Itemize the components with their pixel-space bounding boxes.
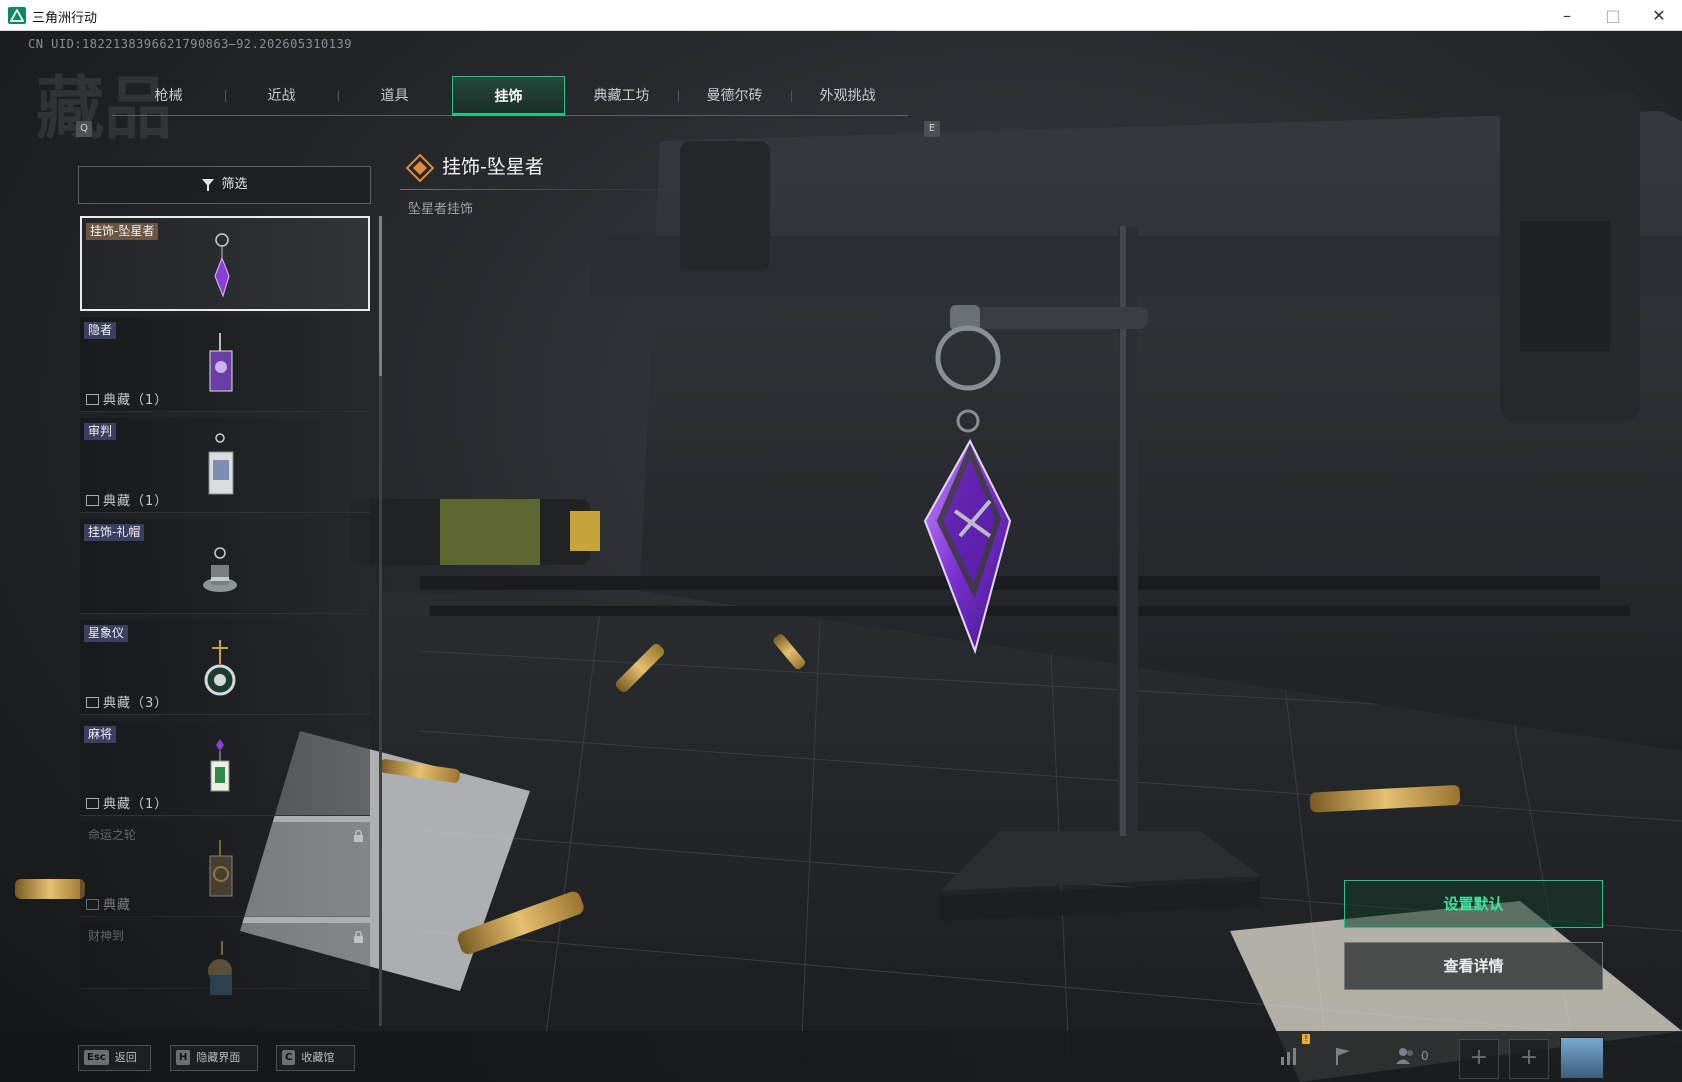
collection-text: 典藏（3）: [103, 696, 169, 711]
window-title: 三角洲行动: [32, 11, 98, 26]
hermit-card-charm-icon: [209, 333, 233, 392]
hint-label: 返回: [114, 1051, 137, 1064]
item-name-tag: 星象仪: [84, 625, 129, 642]
collection-hall-hint-button[interactable]: C 收藏馆: [276, 1045, 355, 1071]
list-item[interactable]: 命运之轮 典藏: [80, 822, 370, 917]
scrollbar-thumb[interactable]: [379, 216, 382, 376]
tab-row: 枪械 近战 道具 挂饰 典藏工坊 曼德尔砖 外观挑战: [112, 76, 908, 116]
notification-badge: !: [1302, 1034, 1310, 1044]
next-tab-key[interactable]: E: [924, 121, 940, 137]
filter-button[interactable]: 筛选: [78, 166, 371, 204]
add-teammate-slot[interactable]: +: [1459, 1039, 1499, 1079]
collection-count: 典藏（1）: [86, 490, 168, 509]
tab-collection-workshop[interactable]: 典藏工坊: [565, 76, 678, 116]
item-name-tag: 审判: [84, 423, 117, 440]
list-item[interactable]: 挂饰-坠星者: [80, 216, 370, 311]
key-c: C: [282, 1050, 296, 1065]
collection-count: 典藏（3）: [86, 692, 168, 711]
collection-text: 典藏（1）: [103, 797, 169, 812]
bottom-bar: Esc 返回 H 隐藏界面 C 收藏馆 ! 0 + +: [0, 1031, 1682, 1082]
list-item[interactable]: 审判 典藏（1）: [80, 418, 370, 513]
tab-items[interactable]: 道具: [338, 76, 451, 116]
list-item[interactable]: 麻将 典藏（1）: [80, 721, 370, 816]
tab-appearance-challenge[interactable]: 外观挑战: [791, 76, 904, 116]
lock-icon: [354, 830, 363, 842]
judgment-card-charm-icon: [208, 433, 234, 495]
list-scrollbar[interactable]: [379, 216, 382, 1026]
stats-chart-icon[interactable]: [1278, 1045, 1300, 1067]
collection-icon: [86, 697, 99, 708]
star-faller-charm-icon: [214, 233, 230, 298]
friends-count: 0: [1421, 1049, 1429, 1063]
item-name-tag: 麻将: [84, 726, 117, 743]
top-hat-charm-icon: [203, 547, 237, 592]
collection-count: 典藏: [86, 894, 131, 913]
collection-text: 典藏（1）: [103, 393, 169, 408]
lock-icon: [354, 931, 363, 943]
item-name-tag: 挂饰-坠星者: [86, 223, 159, 240]
item-name-tag: 命运之轮: [88, 828, 137, 842]
back-hint-button[interactable]: Esc 返回: [78, 1045, 151, 1071]
collection-count: 典藏（1）: [86, 793, 168, 812]
friends-icon[interactable]: [1394, 1045, 1416, 1067]
hint-label: 隐藏界面: [196, 1051, 241, 1064]
list-item[interactable]: 财神到: [80, 923, 370, 995]
window-titlebar: 三角洲行动 – □ ✕: [0, 0, 1682, 31]
list-item[interactable]: 隐者 典藏（1）: [80, 317, 370, 412]
filter-icon: [202, 178, 215, 191]
player-avatar[interactable]: [1560, 1037, 1604, 1079]
collection-count: 典藏（1）: [86, 389, 168, 408]
collection-icon: [86, 798, 99, 809]
wheel-of-fortune-charm-icon: [209, 840, 233, 897]
item-title: 挂饰-坠星者: [442, 156, 544, 178]
hint-label: 收藏馆: [301, 1051, 335, 1064]
app-logo-icon: [8, 7, 26, 24]
astrolabe-charm-icon: [204, 640, 236, 696]
prev-tab-key[interactable]: Q: [76, 121, 92, 137]
item-name-tag: 财神到: [88, 929, 125, 943]
flag-icon[interactable]: [1332, 1045, 1354, 1067]
tab-guns[interactable]: 枪械: [112, 76, 225, 116]
view-details-button[interactable]: 查看详情: [1344, 942, 1603, 990]
title-divider: [400, 189, 680, 190]
collection-text: 典藏: [103, 898, 132, 913]
key-h: H: [176, 1050, 191, 1065]
god-of-wealth-charm-icon: [208, 941, 232, 995]
add-teammate-slot[interactable]: +: [1509, 1039, 1549, 1079]
collection-text: 典藏（1）: [103, 494, 169, 509]
item-name-tag: 挂饰-礼帽: [84, 524, 145, 541]
hide-ui-hint-button[interactable]: H 隐藏界面: [170, 1045, 258, 1071]
rarity-diamond-icon: [406, 154, 434, 182]
collection-icon: [86, 495, 99, 506]
set-default-button[interactable]: 设置默认: [1344, 880, 1603, 928]
tab-mandel-brick[interactable]: 曼德尔砖: [678, 76, 791, 116]
item-name-tag: 隐者: [84, 322, 117, 339]
tab-melee[interactable]: 近战: [225, 76, 338, 116]
collection-icon: [86, 899, 99, 910]
game-viewport: 藏品 CN UID:1822138396621790863̶92.2026053…: [0, 31, 1682, 1082]
key-esc: Esc: [84, 1050, 109, 1065]
filter-label: 筛选: [221, 177, 248, 192]
collection-icon: [86, 394, 99, 405]
user-uid: CN UID:1822138396621790863̶92.2026053101…: [28, 37, 352, 51]
close-button[interactable]: ✕: [1636, 0, 1682, 31]
item-subtitle: 坠星者挂饰: [408, 202, 474, 217]
charm-list: 挂饰-坠星者 隐者 典藏（1） 审判 典藏（1） 挂饰-礼帽 星象仪 典藏（3）…: [80, 216, 370, 1026]
list-item[interactable]: 星象仪 典藏（3）: [80, 620, 370, 715]
minimize-button[interactable]: –: [1544, 0, 1590, 31]
list-item[interactable]: 挂饰-礼帽: [80, 519, 370, 614]
mahjong-charm-icon: [210, 739, 230, 792]
maximize-button[interactable]: □: [1590, 0, 1636, 31]
tab-charms[interactable]: 挂饰: [452, 76, 565, 116]
